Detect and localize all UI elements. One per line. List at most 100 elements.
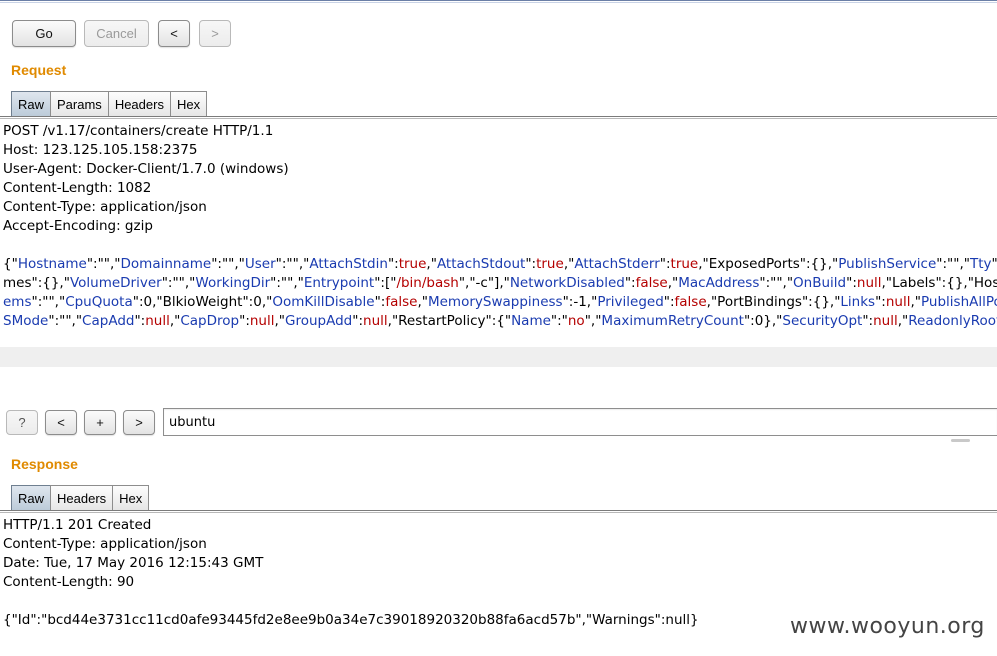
json-value: true xyxy=(398,256,427,272)
json-punct: ,"PortBindings":{}," xyxy=(706,294,841,310)
json-key: VolumeDriver xyxy=(69,275,162,291)
json-punct: ": xyxy=(352,313,364,329)
json-punct: ":" xyxy=(550,313,568,329)
json-value: null xyxy=(856,275,882,291)
json-punct: ," xyxy=(417,294,428,310)
json-punct: ":[" xyxy=(374,275,397,291)
history-forward-button[interactable]: > xyxy=(199,20,231,47)
json-key: OnBuild xyxy=(793,275,847,291)
json-punct: ":""," xyxy=(161,275,196,291)
json-punct: ": xyxy=(875,294,886,310)
json-key: CapAdd xyxy=(82,313,135,329)
json-punct: ":0}," xyxy=(743,313,783,329)
response-tab-hex[interactable]: Hex xyxy=(112,485,150,510)
response-header-line: Content-Type: application/json xyxy=(3,536,207,552)
json-key: Tty xyxy=(969,256,992,272)
json-punct: ," xyxy=(274,313,286,329)
help-button[interactable]: ? xyxy=(6,410,38,435)
json-punct: ": xyxy=(374,294,386,310)
json-punct: ":-1," xyxy=(562,294,598,310)
json-punct: ," xyxy=(563,256,575,272)
request-body-line: ems":"","CpuQuota":0,"BlkioWeight":0,"Oo… xyxy=(3,293,997,312)
json-punct: ":""," xyxy=(759,275,794,291)
json-key: Domainname xyxy=(120,256,212,272)
json-key: NetworkDisabled xyxy=(509,275,625,291)
response-tab-bar: Raw Headers Hex xyxy=(11,485,150,510)
window-top-border xyxy=(0,0,997,3)
json-key: PublishAllPorts xyxy=(921,294,997,310)
json-punct: ":""," xyxy=(31,294,66,310)
request-body-line: {"Hostname":"","Domainname":"","User":""… xyxy=(3,255,997,274)
request-header-line: Accept-Encoding: gzip xyxy=(3,218,153,234)
json-punct: ":""," xyxy=(936,256,970,272)
json-key: CpuQuota xyxy=(65,294,133,310)
request-header-line: POST /v1.17/containers/create HTTP/1.1 xyxy=(3,123,274,139)
json-key: WorkingDir xyxy=(195,275,271,291)
json-punct: ": xyxy=(624,275,636,291)
json-punct: ":""," xyxy=(48,313,83,329)
json-punct: "," xyxy=(584,313,602,329)
response-tab-raw[interactable]: Raw xyxy=(11,485,52,510)
search-input[interactable] xyxy=(163,408,997,436)
json-punct: ": xyxy=(846,275,857,291)
search-add-button[interactable]: + xyxy=(84,410,116,435)
request-header-line: Host: 123.125.105.158:2375 xyxy=(3,142,198,158)
request-tab-bar: Raw Params Headers Hex xyxy=(11,91,208,116)
json-key: OomKillDisable xyxy=(272,294,375,310)
json-punct: ":""," xyxy=(86,256,121,272)
json-key: AttachStdout xyxy=(436,256,526,272)
json-punct: ," xyxy=(897,313,909,329)
json-punct: ," xyxy=(426,256,437,272)
cancel-button[interactable]: Cancel xyxy=(84,20,149,47)
json-punct: ": xyxy=(663,294,675,310)
json-key: CapDrop xyxy=(180,313,240,329)
json-key: PublishService xyxy=(838,256,937,272)
request-headers-text[interactable]: POST /v1.17/containers/create HTTP/1.1 Ho… xyxy=(3,122,289,236)
json-key: GroupAdd xyxy=(285,313,353,329)
json-punct: {" xyxy=(3,256,18,272)
request-pane-divider xyxy=(0,116,997,119)
response-tab-headers[interactable]: Headers xyxy=(50,485,114,510)
request-tab-raw[interactable]: Raw xyxy=(11,91,52,116)
json-key: Name xyxy=(511,313,551,329)
json-key: AttachStdin xyxy=(309,256,388,272)
json-punct: ," xyxy=(910,294,921,310)
json-punct: ," xyxy=(169,313,181,329)
json-value: false xyxy=(635,275,668,291)
json-value: true xyxy=(536,256,564,272)
json-punct: ": xyxy=(659,256,671,272)
json-key: AttachStderr xyxy=(574,256,660,272)
json-key: SecurityOpt xyxy=(782,313,863,329)
search-prev-button[interactable]: < xyxy=(45,410,77,435)
json-key: Entrypoint xyxy=(303,275,375,291)
splitter-grip[interactable] xyxy=(951,439,970,442)
json-key: Privileged xyxy=(597,294,664,310)
json-value: no xyxy=(567,313,585,329)
response-section-title: Response xyxy=(11,456,78,472)
request-header-line: User-Agent: Docker-Client/1.7.0 (windows… xyxy=(3,161,289,177)
request-header-line: Content-Type: application/json xyxy=(3,199,207,215)
response-header-line: Date: Tue, 17 May 2016 12:15:43 GMT xyxy=(3,555,264,571)
request-tab-headers[interactable]: Headers xyxy=(107,91,171,116)
go-button[interactable]: Go xyxy=(12,20,76,47)
response-headers-text[interactable]: HTTP/1.1 201 Created Content-Type: applic… xyxy=(3,516,263,592)
json-punct: ": xyxy=(525,256,537,272)
json-punct: ,"RestartPolicy":{" xyxy=(387,313,512,329)
json-punct: ,"ExposedPorts":{}," xyxy=(698,256,839,272)
json-key: User xyxy=(244,256,276,272)
json-punct: ":""," xyxy=(270,275,304,291)
response-body-json[interactable]: {"Id":"bcd44e3731cc11cd0afe93445fd2e8ee9… xyxy=(3,611,699,630)
request-tab-params[interactable]: Params xyxy=(50,91,109,116)
json-value: null xyxy=(873,313,898,329)
request-tab-hex[interactable]: Hex xyxy=(169,91,208,116)
json-punct: ": xyxy=(862,313,874,329)
search-next-button[interactable]: > xyxy=(123,410,155,435)
request-header-line: Content-Length: 1082 xyxy=(3,180,152,196)
response-header-line: HTTP/1.1 201 Created xyxy=(3,517,152,533)
json-value: null xyxy=(249,313,275,329)
json-key: ReadonlyRootfs xyxy=(908,313,997,329)
history-back-button[interactable]: < xyxy=(158,20,190,47)
json-punct: ":""," xyxy=(275,256,310,272)
response-header-line: Content-Length: 90 xyxy=(3,574,135,590)
json-punct: ":""," xyxy=(211,256,245,272)
